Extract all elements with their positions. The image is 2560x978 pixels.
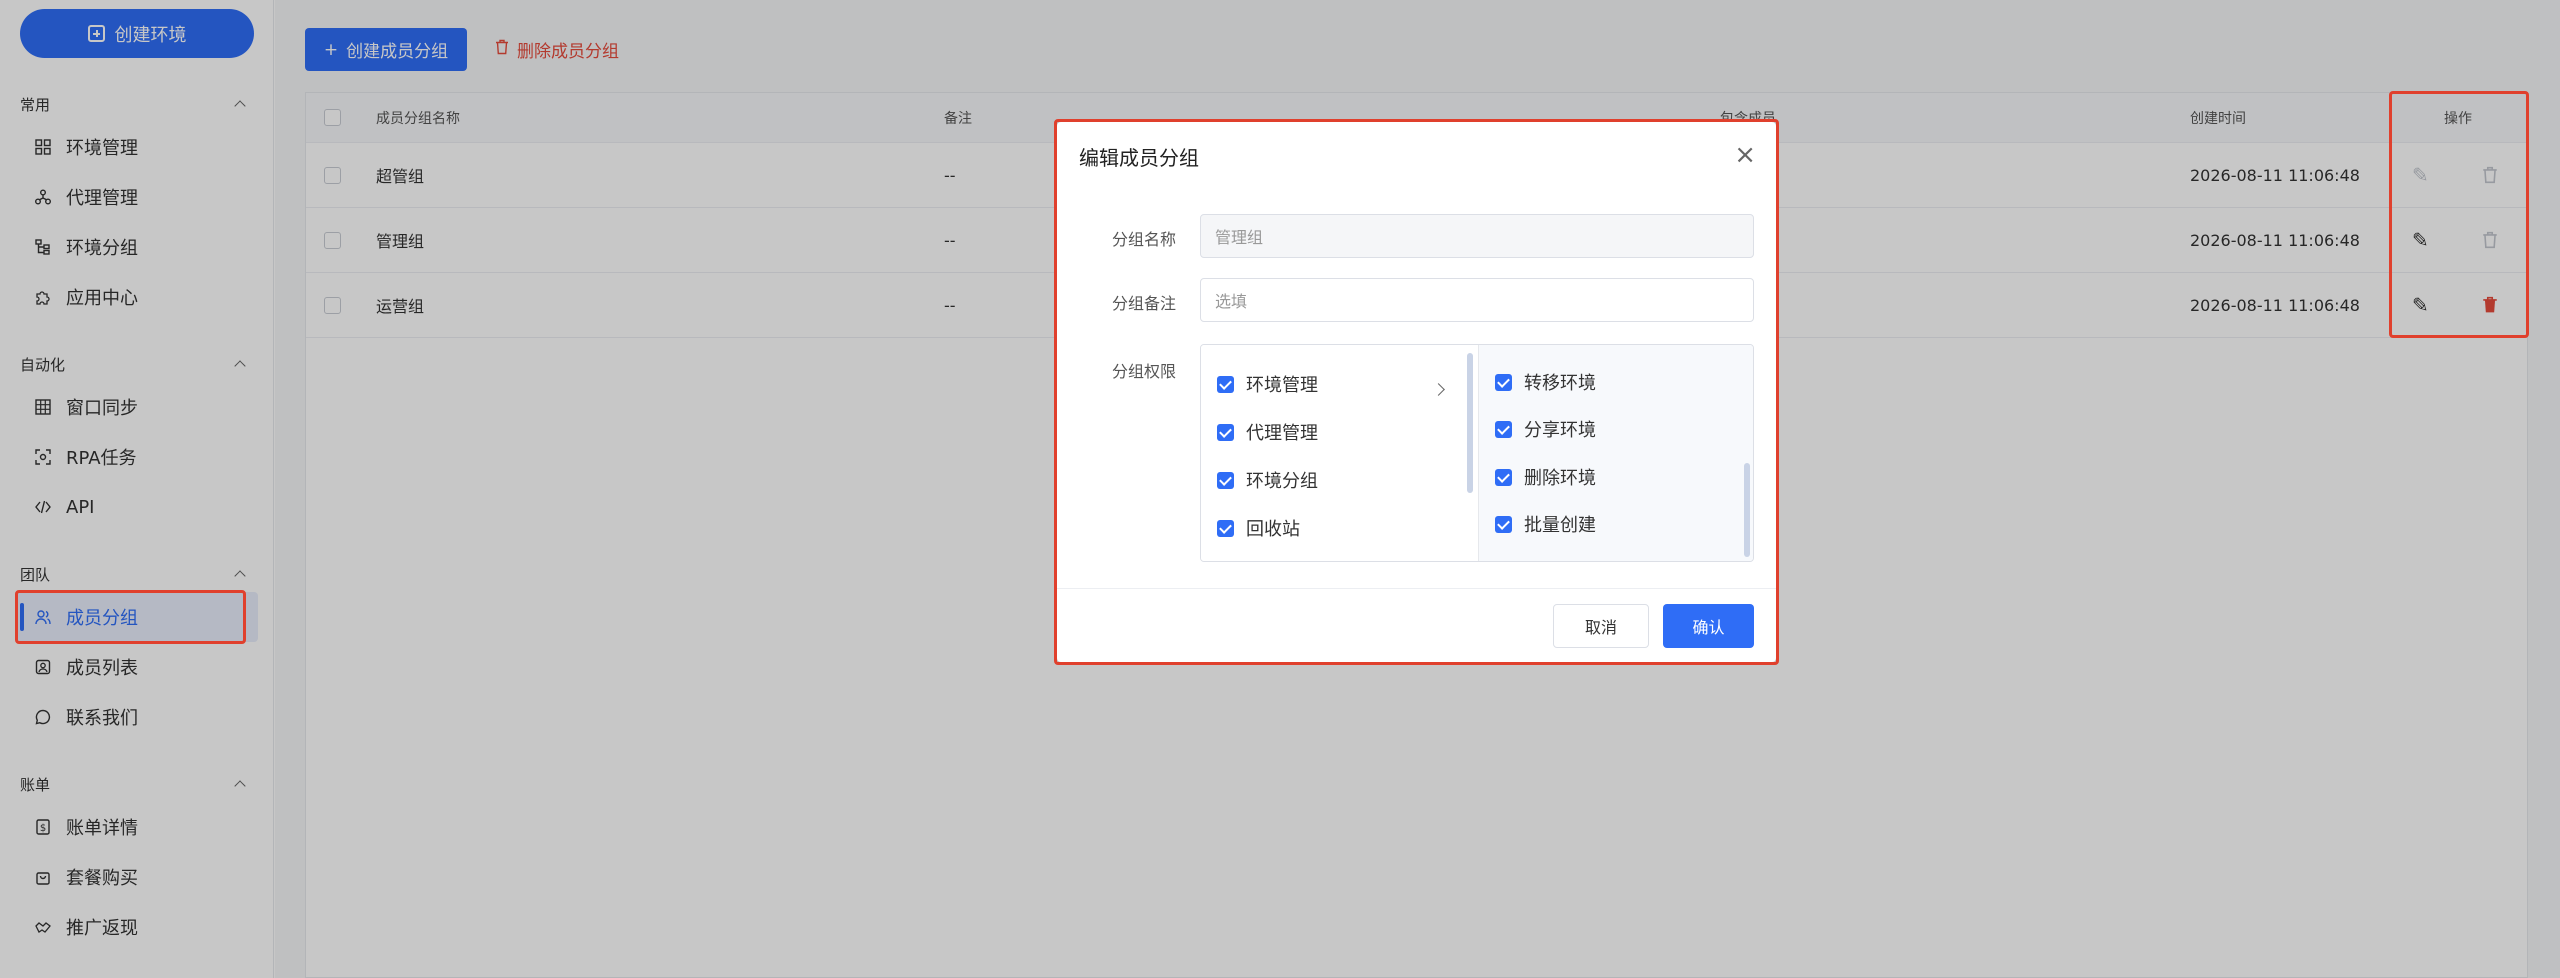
perm-item-recycle-bin[interactable]: 回收站 (1217, 515, 1300, 541)
permissions-cascader: 环境管理 代理管理 环境分组 回收站 转移环境 分享环境 删除环境 批量创建 (1200, 344, 1754, 562)
perm-item-transfer-env[interactable]: 转移环境 (1495, 369, 1596, 395)
perm-label: 回收站 (1246, 519, 1300, 540)
perm-label: 删除环境 (1524, 468, 1596, 489)
checkbox-checked[interactable] (1217, 375, 1234, 393)
close-icon[interactable]: × (1734, 140, 1756, 170)
group-name-label: 分组名称 (1112, 230, 1177, 249)
checkbox-checked[interactable] (1217, 423, 1234, 441)
perm-item-share-env[interactable]: 分享环境 (1495, 416, 1596, 442)
checkbox-checked[interactable] (1217, 471, 1234, 489)
checkbox-checked[interactable] (1495, 373, 1512, 391)
permissions-right-panel: 转移环境 分享环境 删除环境 批量创建 (1478, 345, 1753, 561)
perm-item-batch-create[interactable]: 批量创建 (1495, 511, 1596, 537)
group-remark-label: 分组备注 (1112, 294, 1177, 313)
chevron-right-icon (1432, 383, 1445, 396)
checkbox-checked[interactable] (1495, 420, 1512, 438)
perm-label: 环境管理 (1246, 375, 1318, 396)
perm-label: 代理管理 (1246, 423, 1318, 444)
edit-member-group-dialog: 编辑成员分组 × 分组名称 管理组 分组备注 选填 分组权限 环境管理 代理管理… (1057, 122, 1776, 662)
checkbox-checked[interactable] (1495, 468, 1512, 486)
scrollbar[interactable] (1467, 353, 1473, 493)
perm-label: 批量创建 (1524, 515, 1596, 536)
group-permissions-label: 分组权限 (1112, 362, 1177, 381)
perm-item-env-management[interactable]: 环境管理 (1217, 371, 1318, 397)
cancel-button[interactable]: 取消 (1553, 604, 1649, 648)
scrollbar[interactable] (1744, 463, 1750, 557)
permissions-left-panel: 环境管理 代理管理 环境分组 回收站 (1201, 345, 1478, 561)
perm-item-proxy-management[interactable]: 代理管理 (1217, 419, 1318, 445)
dialog-footer-divider (1057, 588, 1776, 589)
checkbox-checked[interactable] (1217, 519, 1234, 537)
checkbox-checked[interactable] (1495, 515, 1512, 533)
perm-label: 环境分组 (1246, 471, 1318, 492)
perm-label: 转移环境 (1524, 373, 1596, 394)
group-remark-input[interactable]: 选填 (1200, 278, 1754, 322)
confirm-button[interactable]: 确认 (1663, 604, 1754, 648)
group-name-input[interactable]: 管理组 (1200, 214, 1754, 258)
perm-item-env-groups[interactable]: 环境分组 (1217, 467, 1318, 493)
dialog-title: 编辑成员分组 (1079, 146, 1199, 170)
perm-label: 分享环境 (1524, 420, 1596, 441)
perm-item-delete-env[interactable]: 删除环境 (1495, 464, 1596, 490)
